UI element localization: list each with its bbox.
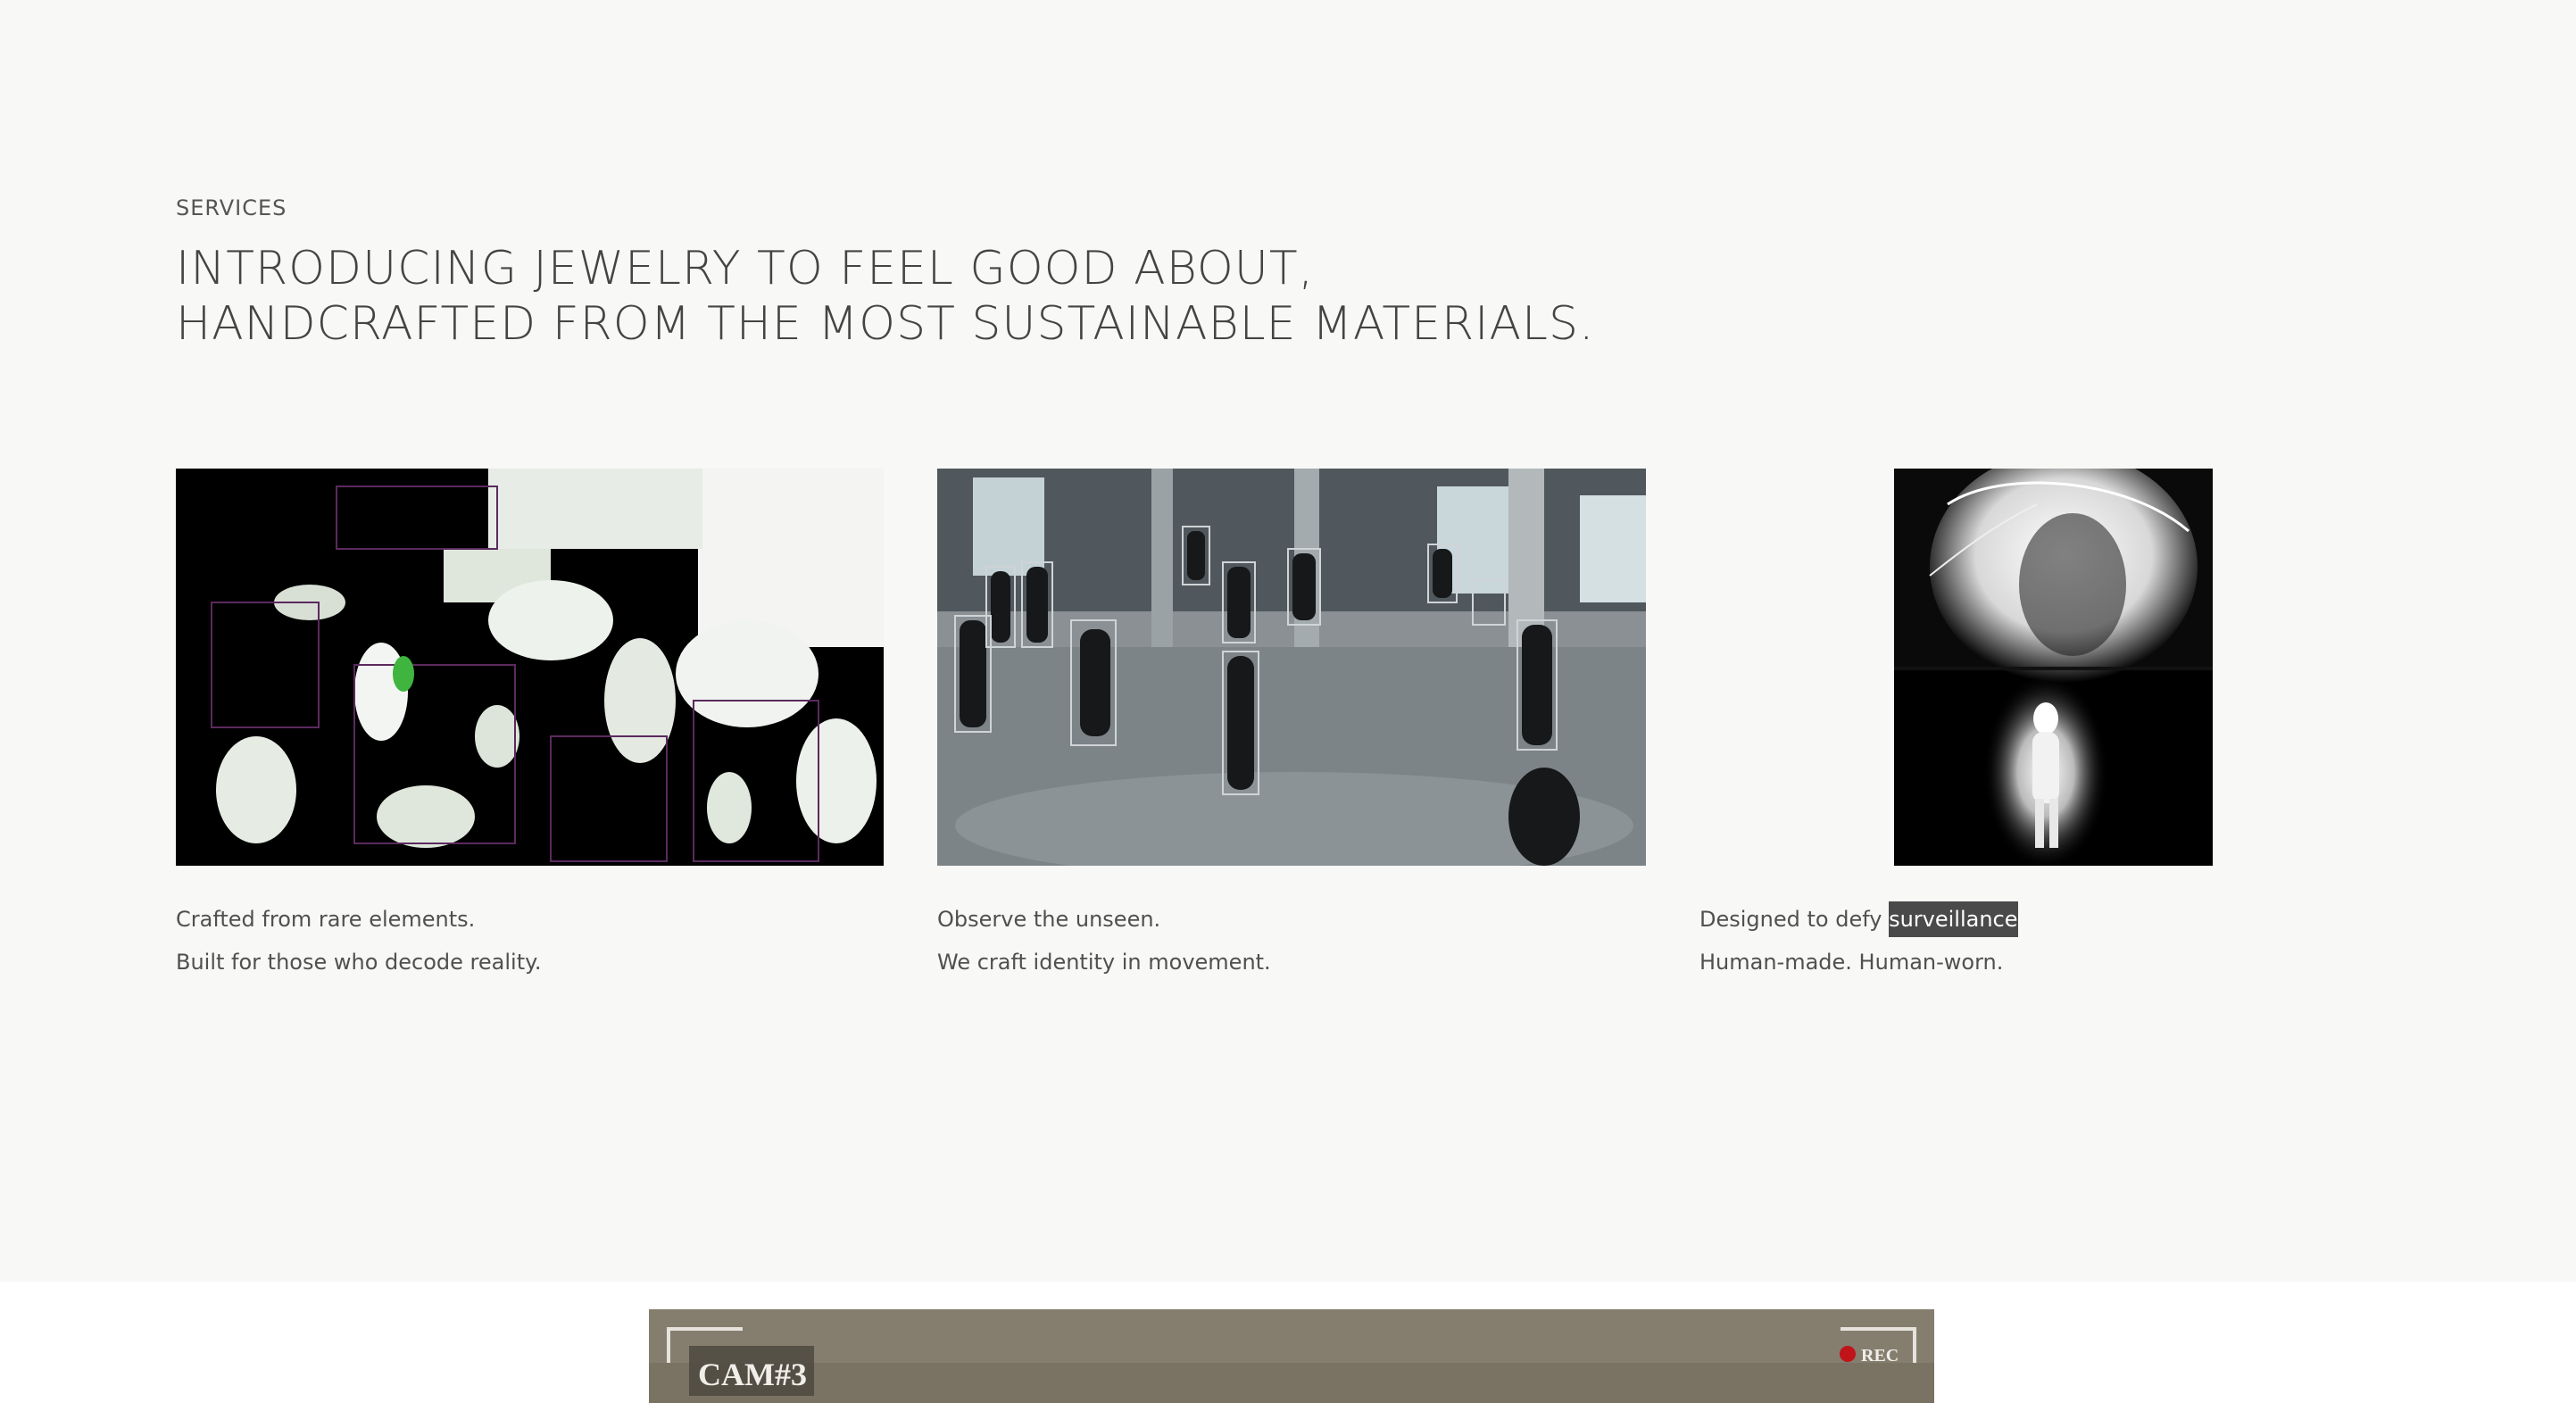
card-1-line-2: Built for those who decode reality. bbox=[176, 950, 542, 975]
card-3-line-2: Human-made. Human-worn. bbox=[1699, 950, 2004, 975]
glowing-figures-graphic bbox=[1894, 469, 2213, 866]
selected-text-highlight[interactable]: surveillance bbox=[1889, 901, 2018, 937]
headline-line-1: INTRODUCING JEWELRY TO FEEL GOOD ABOUT, bbox=[176, 242, 1315, 295]
card-caption-2: Observe the unseen. We craft identity in… bbox=[937, 898, 1271, 984]
rec-dot-icon bbox=[1840, 1346, 1856, 1362]
cctv-frame-graphic: CAM#3 REC bbox=[649, 1309, 1934, 1403]
card-3-line-1: Designed to defy surveillance bbox=[1699, 898, 2018, 941]
section-eyebrow: SERVICES bbox=[176, 195, 287, 220]
rec-label: REC bbox=[1861, 1346, 1899, 1366]
card-caption-1: Crafted from rare elements. Built for th… bbox=[176, 898, 542, 984]
surveillance-graphic bbox=[937, 469, 1646, 866]
card-2-line-1: Observe the unseen. bbox=[937, 907, 1161, 932]
glitch-crowd-graphic bbox=[176, 469, 884, 866]
glowing-figures-image bbox=[1894, 469, 2213, 866]
card-1-line-1: Crafted from rare elements. bbox=[176, 907, 476, 932]
glitch-crowd-image bbox=[176, 469, 884, 866]
video-section: CAM#3 REC bbox=[0, 1282, 2576, 1403]
surveillance-detection-image bbox=[937, 469, 1646, 866]
card-2-line-2: We craft identity in movement. bbox=[937, 950, 1271, 975]
card-caption-3: Designed to defy surveillance Human-made… bbox=[1699, 898, 2018, 984]
card-3-line-1-prefix: Designed to defy bbox=[1699, 907, 1890, 932]
camera-label: CAM#3 bbox=[698, 1357, 807, 1392]
services-section: SERVICES INTRODUCING JEWELRY TO FEEL GOO… bbox=[0, 0, 2576, 1282]
cctv-video-frame[interactable]: CAM#3 REC bbox=[649, 1309, 1934, 1403]
section-headline: INTRODUCING JEWELRY TO FEEL GOOD ABOUT, … bbox=[176, 241, 1595, 352]
headline-line-2: HANDCRAFTED FROM THE MOST SUSTAINABLE MA… bbox=[176, 297, 1595, 351]
